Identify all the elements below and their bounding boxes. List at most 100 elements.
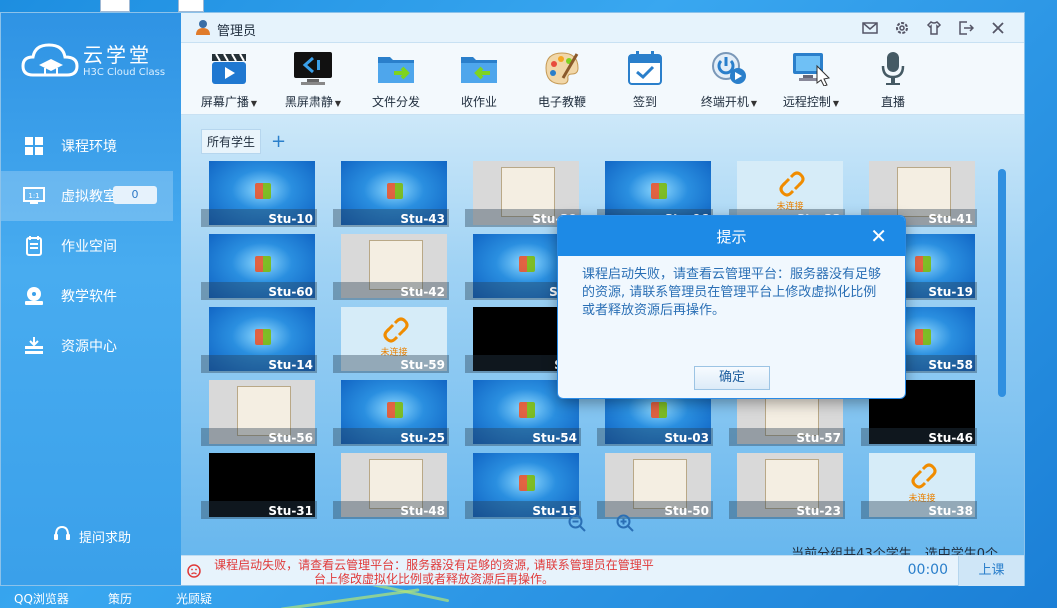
- student-thumbnail[interactable]: Stu-14: [201, 307, 317, 373]
- toolbar: 屏幕广播 ▼ 黑屏肃静 ▼ 文件分发 收作业 电子教鞭 签到 终端开机 ▼ 远程…: [181, 43, 1024, 115]
- tool-e-pointer[interactable]: 电子教鞭: [522, 49, 602, 110]
- cloud-logo-icon: [21, 43, 79, 77]
- remote-monitor-icon: [791, 49, 831, 87]
- help-label: 提问求助: [79, 530, 132, 546]
- tool-black-screen[interactable]: 黑屏肃静 ▼: [273, 49, 353, 110]
- chevron-down-icon: ▼: [832, 99, 840, 108]
- student-name: Stu-50: [664, 504, 709, 518]
- student-thumbnail[interactable]: Stu-56: [201, 380, 317, 446]
- student-thumbnail[interactable]: 未连接 Stu-59: [333, 307, 449, 373]
- mail-icon[interactable]: [860, 18, 880, 38]
- student-name: Stu-57: [796, 431, 841, 445]
- logout-icon[interactable]: [956, 18, 976, 38]
- student-name: Stu-48: [400, 504, 445, 518]
- student-name: Stu-42: [400, 285, 445, 299]
- class-timer: 00:00: [907, 562, 948, 578]
- student-thumbnail[interactable]: Stu-10: [201, 161, 317, 227]
- tool-collect-homework[interactable]: 收作业: [439, 49, 519, 110]
- student-name: Stu-41: [928, 212, 973, 226]
- sidebar-item-course-env[interactable]: 课程环境: [1, 121, 181, 171]
- sad-face-icon: [187, 564, 201, 582]
- tool-file-distribute[interactable]: 文件分发: [356, 49, 436, 110]
- student-name: Stu-19: [928, 285, 973, 299]
- sidebar-item-label: 虚拟教室: [61, 189, 117, 205]
- sidebar-item-label: 资源中心: [61, 339, 117, 355]
- sidebar-item-resources[interactable]: 资源中心: [1, 321, 181, 371]
- sidebar-item-software[interactable]: 教学软件: [1, 271, 181, 321]
- help-button[interactable]: 提问求助: [53, 525, 131, 547]
- classroom-count-badge: 0: [113, 186, 157, 204]
- tool-label: 屏幕广播: [200, 95, 249, 109]
- dialog-close-icon[interactable]: ✕: [870, 216, 887, 256]
- student-thumbnail[interactable]: Stu-48: [333, 453, 449, 519]
- dialog-ok-button[interactable]: 确定: [694, 366, 770, 390]
- tool-sign-in[interactable]: 签到: [605, 49, 685, 110]
- student-name: Stu-38: [928, 504, 973, 518]
- sidebar-item-label: 教学软件: [61, 289, 117, 305]
- chevron-down-icon: ▼: [750, 99, 758, 108]
- tab-all-students[interactable]: 所有学生: [201, 129, 262, 154]
- sidebar: 云学堂 H3C Cloud Class 课程环境 1:1 虚拟教室 0 作业空间…: [1, 13, 181, 585]
- scrollbar[interactable]: [998, 169, 1006, 397]
- desktop-label-browser[interactable]: QQ浏览器: [14, 590, 69, 607]
- zoom-out-icon[interactable]: [567, 513, 587, 533]
- sidebar-nav: 课程环境 1:1 虚拟教室 0 作业空间 教学软件 资源中心: [1, 121, 181, 371]
- current-user[interactable]: 管理员: [195, 19, 256, 39]
- clapperboard-icon: [209, 49, 249, 87]
- close-icon[interactable]: [988, 18, 1008, 38]
- alert-dialog: 提示 ✕ 课程启动失败，请查看云管理平台：服务器没有足够的资源, 请联系管理员在…: [557, 215, 906, 399]
- folder-send-icon: [376, 49, 416, 87]
- student-name: Stu-58: [928, 358, 973, 372]
- tool-label: 文件分发: [371, 95, 420, 109]
- sidebar-item-label: 课程环境: [61, 139, 117, 155]
- status-bar: 课程启动失败，请查看云管理平台：服务器没有足够的资源, 请联系管理员在管理平台上…: [181, 555, 1024, 586]
- tool-terminal-boot[interactable]: 终端开机 ▼: [689, 49, 769, 110]
- desktop-label-calendar[interactable]: 策历: [108, 590, 132, 607]
- dialog-header: 提示 ✕: [558, 216, 905, 256]
- desktop-file-icon[interactable]: [100, 0, 130, 12]
- student-thumbnail[interactable]: 未连接 Stu-38: [861, 453, 977, 519]
- gear-icon[interactable]: [892, 18, 912, 38]
- desktop-icon-labels: QQ浏览器 策历 光顾疑: [0, 588, 240, 608]
- user-avatar-icon: [195, 19, 211, 39]
- headset-icon: [53, 525, 71, 547]
- student-name: Stu-56: [268, 431, 313, 445]
- tool-remote-control[interactable]: 远程控制 ▼: [771, 49, 851, 110]
- logo-text-en: H3C Cloud Class: [83, 67, 166, 78]
- window-controls: [860, 18, 1008, 38]
- student-name: Stu-60: [268, 285, 313, 299]
- tool-screen-broadcast[interactable]: 屏幕广播 ▼: [189, 49, 269, 110]
- tool-live-broadcast[interactable]: 直播: [853, 49, 933, 110]
- monitor-icon: [293, 49, 333, 87]
- broken-link-icon: [383, 317, 409, 343]
- sidebar-item-homework[interactable]: 作业空间: [1, 221, 181, 271]
- broken-link-icon: [779, 171, 805, 197]
- sidebar-item-virtual-classroom[interactable]: 1:1 虚拟教室 0: [1, 171, 173, 221]
- tool-label: 收作业: [460, 95, 497, 109]
- student-name: Stu-43: [400, 212, 445, 226]
- student-thumbnail[interactable]: Stu-31: [201, 453, 317, 519]
- student-thumbnail[interactable]: Stu-23: [729, 453, 845, 519]
- student-name: Stu-46: [928, 431, 973, 445]
- student-thumbnail[interactable]: Stu-42: [333, 234, 449, 300]
- add-group-icon[interactable]: +: [271, 131, 286, 152]
- tool-label: 签到: [632, 95, 657, 109]
- student-name: Stu-10: [268, 212, 313, 226]
- zoom-in-icon[interactable]: [615, 513, 635, 533]
- tool-label: 电子教鞭: [537, 95, 586, 109]
- student-thumbnail[interactable]: Stu-25: [333, 380, 449, 446]
- start-class-button[interactable]: 上课: [958, 556, 1024, 586]
- user-name: 管理员: [217, 23, 257, 39]
- student-thumbnail[interactable]: Stu-43: [333, 161, 449, 227]
- student-name: Stu-54: [532, 431, 577, 445]
- zoom-controls: [567, 513, 635, 533]
- student-thumbnail[interactable]: Stu-60: [201, 234, 317, 300]
- desktop-word-icon[interactable]: [178, 0, 204, 12]
- student-thumbnail[interactable]: Stu-50: [597, 453, 713, 519]
- desktop-label-third[interactable]: 光顾疑: [176, 590, 212, 607]
- student-thumbnail[interactable]: Stu-15: [465, 453, 581, 519]
- dialog-title: 提示: [716, 228, 747, 246]
- shirt-icon[interactable]: [924, 18, 944, 38]
- chevron-down-icon: ▼: [334, 99, 342, 108]
- power-icon: [709, 49, 749, 87]
